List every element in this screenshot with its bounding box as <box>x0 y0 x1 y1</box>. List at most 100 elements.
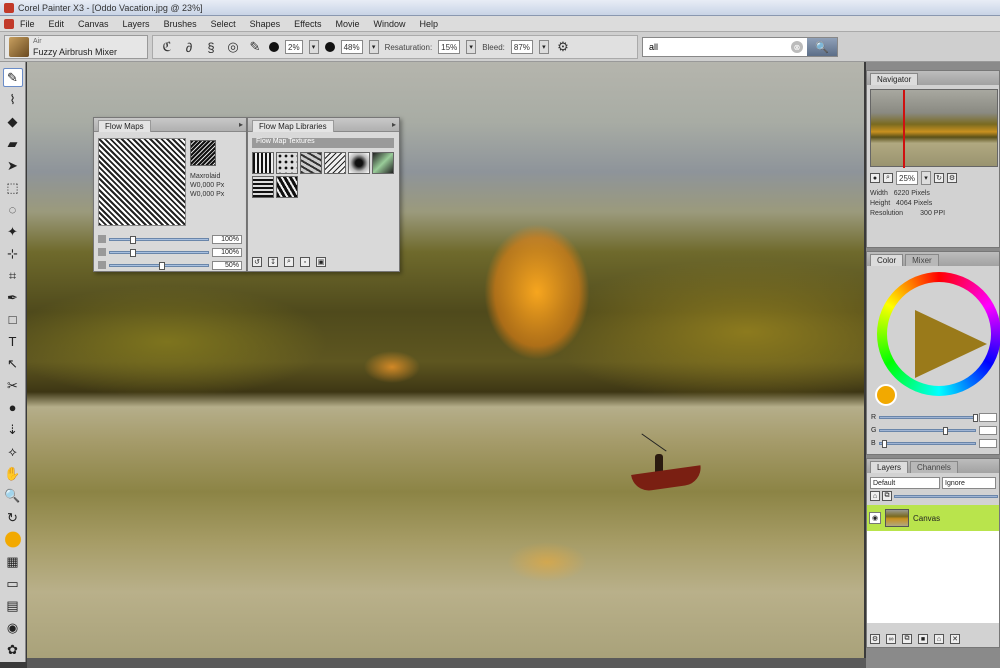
menu-select[interactable]: Select <box>211 19 236 29</box>
menu-shapes[interactable]: Shapes <box>250 19 281 29</box>
slider-knob[interactable] <box>973 413 979 422</box>
navigator-view-marker[interactable] <box>903 90 905 168</box>
tab-navigator[interactable]: Navigator <box>870 73 919 85</box>
color-slider-g[interactable]: G <box>871 425 997 435</box>
rotate-icon[interactable]: ↻ <box>934 173 945 183</box>
options-icon[interactable]: ⌕ <box>284 257 294 267</box>
tab-flow-maps[interactable]: Flow Maps <box>98 119 151 132</box>
menu-window[interactable]: Window <box>374 19 406 29</box>
flow-map-thumb[interactable] <box>300 152 322 174</box>
navigator-settings-icon[interactable]: ⚙ <box>947 173 958 183</box>
menu-layers[interactable]: Layers <box>123 19 150 29</box>
search-input[interactable] <box>643 42 791 52</box>
tab-flow-map-libraries[interactable]: Flow Map Libraries <box>252 119 334 132</box>
text-tool-icon[interactable]: T <box>3 332 23 351</box>
magic-wand-icon[interactable]: ✦ <box>3 222 23 241</box>
dynamic-plugins-icon[interactable]: ∞ <box>886 634 896 644</box>
delete-icon[interactable]: ▣ <box>316 257 326 267</box>
clear-search-icon[interactable]: ⊗ <box>791 41 803 53</box>
slider-knob[interactable] <box>129 248 136 257</box>
flow-map-thumb[interactable] <box>348 152 370 174</box>
stroke-icon[interactable]: ∂ <box>181 39 197 55</box>
cloner-tool-icon[interactable]: ✂ <box>3 376 23 395</box>
bleed-field[interactable]: 87% <box>510 40 533 54</box>
color-slider-b[interactable]: B <box>871 438 997 448</box>
eraser-tool-icon[interactable]: ▰ <box>3 134 23 153</box>
slider-value[interactable]: 50% <box>212 260 242 270</box>
dodge-tool-icon[interactable]: ⇣ <box>3 420 23 439</box>
flow-map-thumb[interactable] <box>372 152 394 174</box>
search-button[interactable]: 🔍 <box>807 38 837 56</box>
menu-edit[interactable]: Edit <box>49 19 65 29</box>
slider-knob[interactable] <box>881 439 887 448</box>
rubber-stamp-icon[interactable]: ● <box>3 398 23 417</box>
color-wheel[interactable] <box>877 272 1000 396</box>
brush-ghost-icon[interactable]: ✎ <box>247 39 263 55</box>
flow-slider-2[interactable]: 100% <box>98 247 242 257</box>
slider-value[interactable] <box>979 425 997 435</box>
lock-layer-icon[interactable]: ⌂ <box>934 634 944 644</box>
slider-knob[interactable] <box>942 426 948 435</box>
brush-settings-icon[interactable]: ⚙ <box>555 39 571 55</box>
opacity-dropdown[interactable]: ▾ <box>368 40 379 54</box>
menu-canvas[interactable]: Canvas <box>78 19 109 29</box>
group-icon[interactable]: ⧉ <box>902 634 912 644</box>
rect-select-icon[interactable]: ⬚ <box>3 178 23 197</box>
tab-channels[interactable]: Channels <box>910 461 958 473</box>
mirror-tool-icon[interactable]: ⟡ <box>3 442 23 461</box>
saturation-value-triangle[interactable] <box>915 310 987 378</box>
flow-slider-3[interactable]: 50% <box>98 260 242 270</box>
palette-menu-icon[interactable]: ▸ <box>239 120 243 129</box>
main-color-swatch-icon[interactable] <box>2 530 23 549</box>
tab-color[interactable]: Color <box>870 254 904 266</box>
flow-slider-1[interactable]: 100% <box>98 234 242 244</box>
tab-layers[interactable]: Layers <box>870 461 909 473</box>
zoom-field[interactable]: 25% <box>896 171 919 185</box>
layer-adjuster-icon[interactable]: ➤ <box>3 156 23 175</box>
transform-icon[interactable]: ⊹ <box>3 244 23 263</box>
zoom-dropdown[interactable]: ▾ <box>921 171 932 185</box>
menu-file[interactable]: File <box>20 19 35 29</box>
menu-movie[interactable]: Movie <box>336 19 360 29</box>
brush-tracking-icon[interactable]: ℭ <box>159 39 175 55</box>
grabber-tool-icon[interactable]: ✋ <box>3 464 23 483</box>
rectangle-shape-icon[interactable]: □ <box>3 310 23 329</box>
nozzle-selector-icon[interactable]: ◉ <box>3 618 23 637</box>
bleed-dropdown[interactable]: ▾ <box>538 40 549 54</box>
stroke-variant-icon[interactable]: § <box>203 39 219 55</box>
rotate-page-icon[interactable]: ↻ <box>3 508 23 527</box>
color-slider-r[interactable]: R <box>871 412 997 422</box>
new-icon[interactable]: ▫ <box>300 257 310 267</box>
export-icon[interactable]: ↧ <box>268 257 278 267</box>
zoom-icon[interactable]: ⌕ <box>883 173 893 183</box>
slider-value[interactable]: 100% <box>212 234 242 244</box>
menu-brushes[interactable]: Brushes <box>164 19 197 29</box>
lasso-icon[interactable]: ◌ <box>3 200 23 219</box>
current-color-swatch[interactable] <box>875 384 897 406</box>
composite-depth-select[interactable]: Ignore <box>942 477 996 489</box>
pen-tool-icon[interactable]: ✒ <box>3 288 23 307</box>
dab-preview-icon[interactable]: ◎ <box>225 39 241 55</box>
composite-method-select[interactable]: Default <box>870 477 940 489</box>
menu-effects[interactable]: Effects <box>294 19 321 29</box>
visibility-eye-icon[interactable]: ◉ <box>869 512 881 524</box>
slider-value[interactable] <box>979 412 997 422</box>
app-menu-icon[interactable] <box>4 18 14 29</box>
flow-map-thumb[interactable] <box>252 176 274 198</box>
size-dropdown[interactable]: ▾ <box>308 40 319 54</box>
magnifier-tool-icon[interactable]: 🔍 <box>3 486 23 505</box>
brush-selector[interactable]: Air Fuzzy Airbrush Mixer <box>4 35 148 59</box>
layer-item[interactable]: ◉ Canvas <box>867 505 999 531</box>
paint-bucket-icon[interactable]: ◆ <box>3 112 23 131</box>
flow-map-thumb[interactable] <box>324 152 346 174</box>
tab-mixer[interactable]: Mixer <box>905 254 939 266</box>
slider-knob[interactable] <box>129 235 136 244</box>
import-icon[interactable]: ↺ <box>252 257 262 267</box>
slider-knob[interactable] <box>159 261 165 270</box>
opacity-field[interactable]: 48% <box>340 40 363 54</box>
pattern-selector-icon[interactable]: ▭ <box>3 574 23 593</box>
resaturation-dropdown[interactable]: ▾ <box>466 40 477 54</box>
flow-map-thumb[interactable] <box>276 176 298 198</box>
preserve-icon[interactable]: ⧉ <box>882 491 892 501</box>
shape-select-icon[interactable]: ↖ <box>3 354 23 373</box>
